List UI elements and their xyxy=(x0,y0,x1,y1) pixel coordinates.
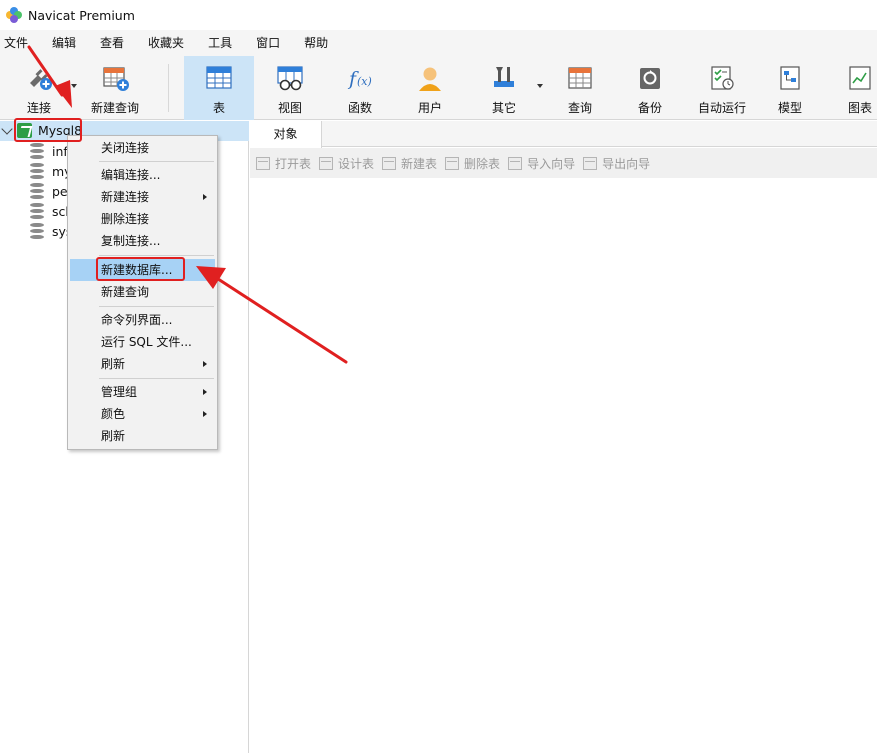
annotation-arrow-left xyxy=(196,266,348,364)
annotation-arrows xyxy=(27,45,348,364)
annotation-arrow-down xyxy=(27,45,72,108)
